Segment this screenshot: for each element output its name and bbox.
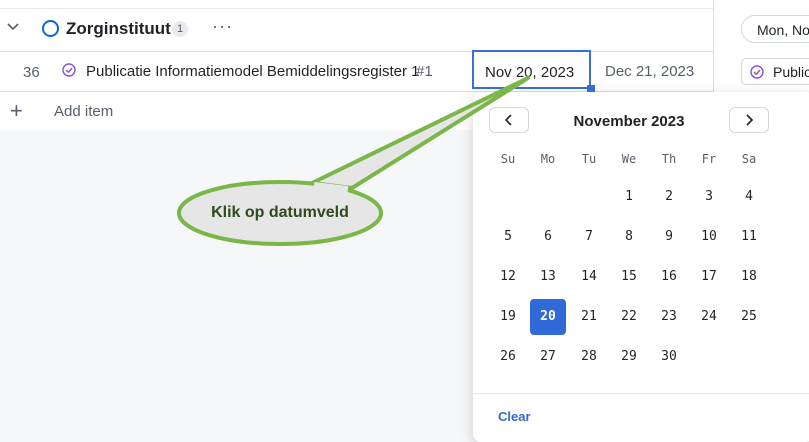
callout-text: Klik op datumveld [211,204,349,221]
callout-bubble [177,76,530,246]
